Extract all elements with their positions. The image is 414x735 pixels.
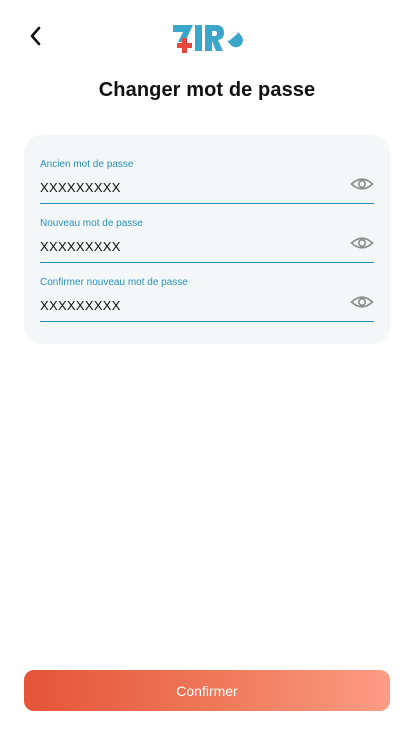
new-password-input[interactable]	[40, 236, 330, 256]
page-title: Changer mot de passe	[98, 79, 316, 101]
new-password-field: Nouveau mot de passe	[40, 218, 374, 263]
app-logo	[173, 25, 243, 53]
old-password-field: Ancien mot de passe	[40, 159, 374, 204]
old-password-label: Ancien mot de passe	[40, 159, 134, 170]
confirm-password-field: Confirmer nouveau mot de passe	[40, 277, 374, 322]
back-button[interactable]	[22, 22, 50, 50]
eye-icon[interactable]	[350, 294, 374, 310]
old-password-input[interactable]	[40, 177, 330, 197]
confirm-button[interactable]: Confirmer	[24, 670, 390, 711]
eye-icon[interactable]	[350, 176, 374, 192]
confirm-password-label: Confirmer nouveau mot de passe	[40, 277, 188, 288]
new-password-label: Nouveau mot de passe	[40, 218, 143, 229]
chevron-left-icon	[30, 26, 41, 46]
password-form-card: Ancien mot de passe Nouveau mot de passe…	[24, 135, 390, 344]
change-password-screen: Changer mot de passe Ancien mot de passe…	[0, 0, 414, 735]
confirm-password-input[interactable]	[40, 295, 330, 315]
eye-icon[interactable]	[350, 235, 374, 251]
